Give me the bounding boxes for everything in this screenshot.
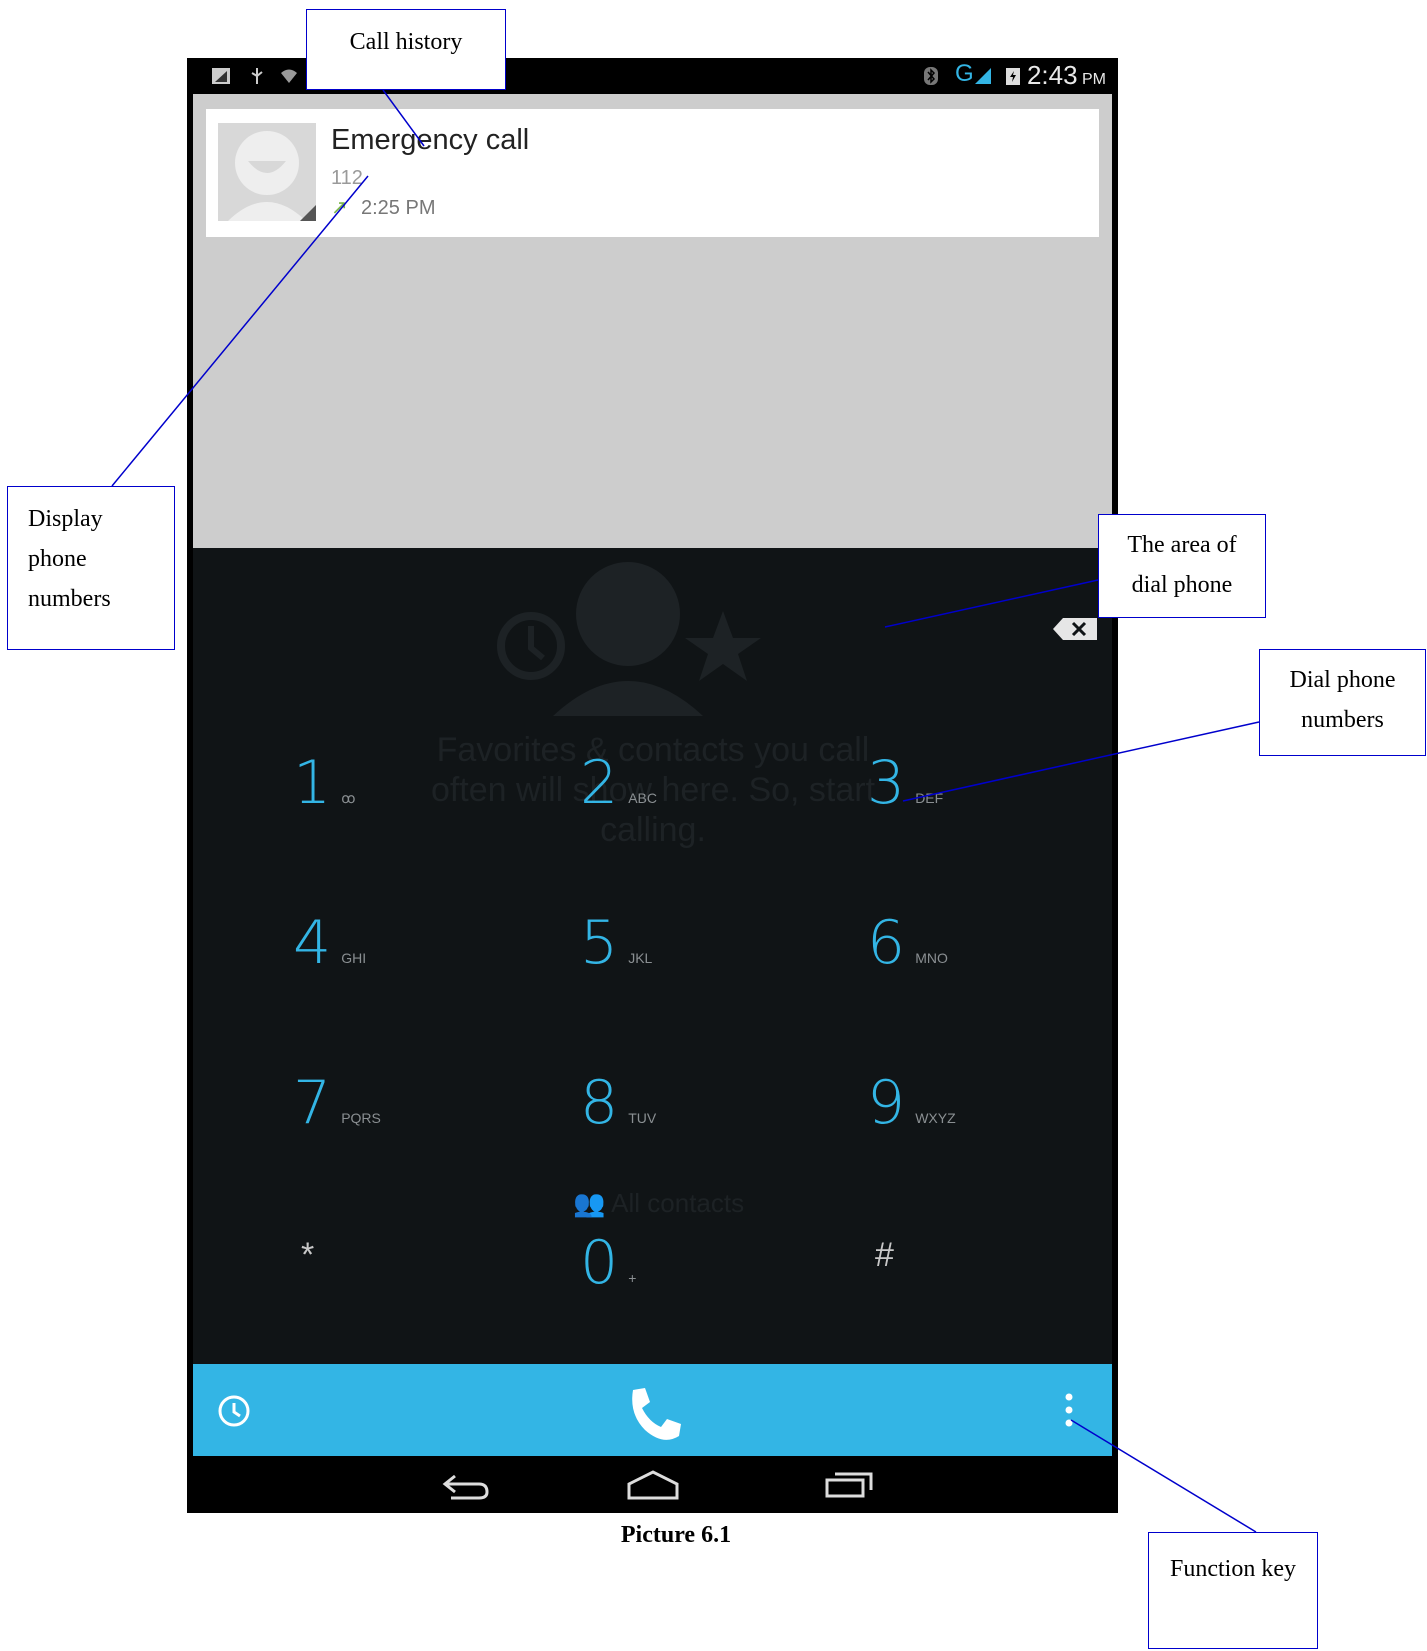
annotation-display-phone-numbers: Display phone numbers bbox=[7, 486, 175, 650]
annotation-function-key: Function key bbox=[1148, 1532, 1318, 1649]
annotation-area-of-dial-phone: The area of dial phone bbox=[1098, 514, 1266, 618]
annotation-lines bbox=[111, 89, 1260, 1533]
figure-caption: Picture 6.1 bbox=[620, 1522, 732, 1548]
annotation-call-history: Call history bbox=[306, 9, 506, 90]
annotation-dial-phone-numbers: Dial phone numbers bbox=[1259, 649, 1426, 756]
